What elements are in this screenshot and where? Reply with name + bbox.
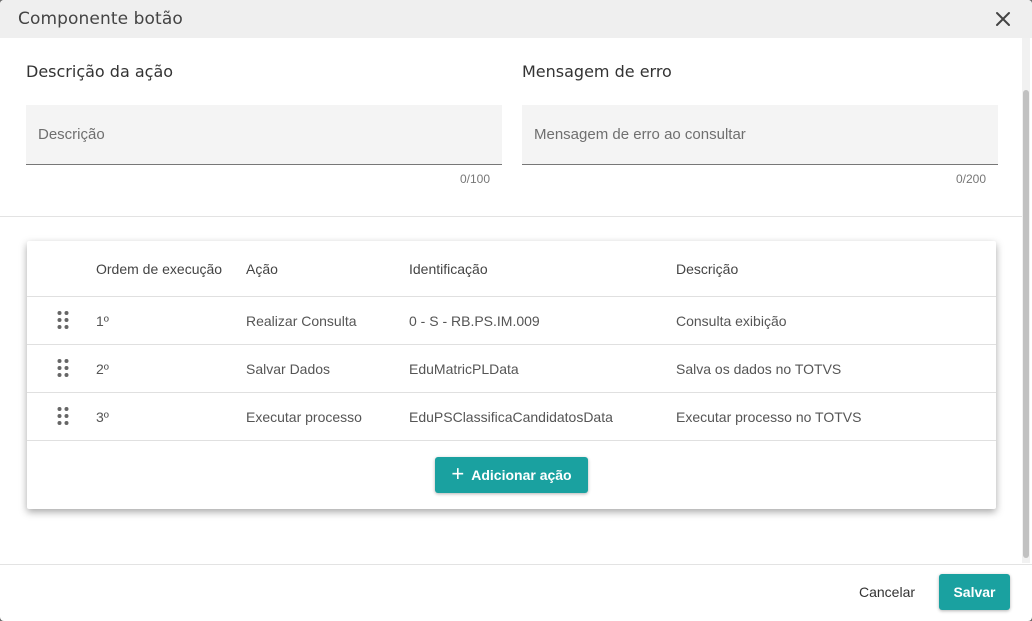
description-field-container xyxy=(26,105,502,165)
save-button[interactable]: Salvar xyxy=(939,574,1010,610)
cell-action: Executar processo xyxy=(246,409,362,425)
column-header-order: Ordem de execução xyxy=(96,261,223,277)
cell-identification: 0 - S - RB.PS.IM.009 xyxy=(409,313,540,329)
column-header-identification: Identificação xyxy=(409,261,488,277)
error-message-field-container xyxy=(522,105,998,165)
cell-identification: EduPSClassificaCandidatosData xyxy=(409,409,613,425)
table-row[interactable]: 2º Salvar Dados EduMatricPLData Salva os… xyxy=(27,345,996,393)
cell-order: 3º xyxy=(96,409,109,425)
table-row[interactable]: 3º Executar processo EduPSClassificaCand… xyxy=(27,393,996,441)
drag-handle-icon[interactable] xyxy=(56,358,70,378)
cell-identification: EduMatricPLData xyxy=(409,361,519,377)
column-header-description: Descrição xyxy=(676,261,739,277)
description-label: Descrição da ação xyxy=(26,62,174,81)
section-divider xyxy=(0,216,1022,217)
cell-order: 2º xyxy=(96,361,109,377)
add-action-label: Adicionar ação xyxy=(471,467,572,483)
scrollbar-thumb[interactable] xyxy=(1023,90,1029,558)
drag-handle-icon[interactable] xyxy=(56,406,70,426)
cell-description: Consulta exibição xyxy=(676,313,787,329)
cell-action: Realizar Consulta xyxy=(246,313,357,329)
plus-icon: + xyxy=(451,461,465,486)
scrollbar[interactable] xyxy=(1022,38,1030,563)
actions-table: Ordem de execução Ação Identificação Des… xyxy=(27,241,996,509)
drag-handle-icon[interactable] xyxy=(56,310,70,330)
close-icon[interactable] xyxy=(992,8,1014,30)
add-action-button[interactable]: + Adicionar ação xyxy=(435,457,588,493)
table-row[interactable]: 1º Realizar Consulta 0 - S - RB.PS.IM.00… xyxy=(27,297,996,345)
cancel-button[interactable]: Cancelar xyxy=(850,575,924,609)
cell-description: Salva os dados no TOTVS xyxy=(676,361,842,377)
footer-divider xyxy=(0,564,1032,565)
error-message-counter: 0/200 xyxy=(955,172,986,186)
dialog-title: Componente botão xyxy=(18,9,183,29)
cell-description: Executar processo no TOTVS xyxy=(676,409,862,425)
error-message-input[interactable] xyxy=(522,105,998,164)
cell-action: Salvar Dados xyxy=(246,361,331,377)
table-header: Ordem de execução Ação Identificação Des… xyxy=(27,241,996,297)
dialog-titlebar: Componente botão xyxy=(0,0,1032,38)
description-input[interactable] xyxy=(26,105,502,164)
column-header-action: Ação xyxy=(246,261,278,277)
cell-order: 1º xyxy=(96,313,109,329)
description-counter: 0/100 xyxy=(459,172,490,186)
error-message-label: Mensagem de erro xyxy=(522,62,672,81)
component-dialog: Componente botão Descrição da ação 0/100… xyxy=(0,0,1032,621)
